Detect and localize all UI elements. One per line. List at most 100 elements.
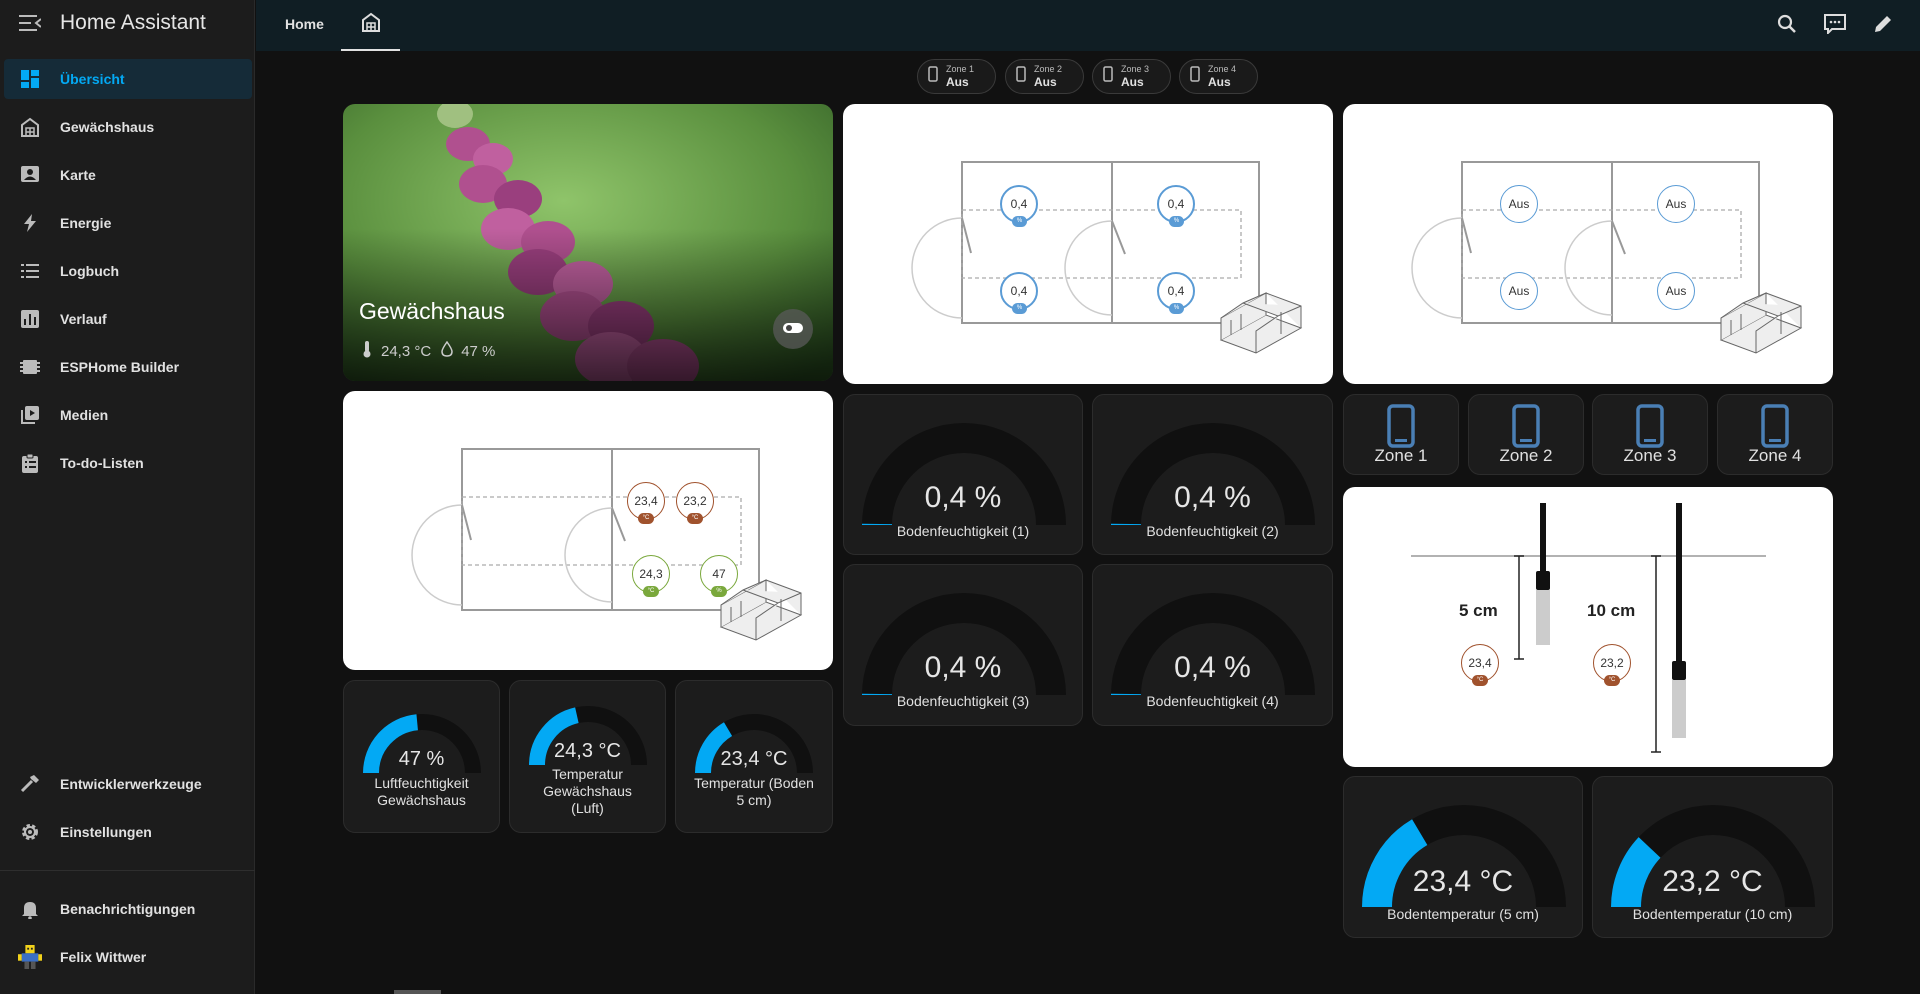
gauge-card-soil-moisture-1[interactable]: 0,4 % Bodenfeuchtigkeit (1) bbox=[843, 394, 1083, 555]
sidebar-item-medien[interactable]: Medien bbox=[4, 395, 252, 435]
gauge-card-soil-temp-5cm[interactable]: 23,4 °C Bodentemperatur (5 cm) bbox=[1343, 776, 1583, 938]
gauge-value: 0,4 % bbox=[924, 651, 1002, 684]
zone-button-3[interactable]: Zone 3 bbox=[1592, 394, 1708, 475]
sidebar-item-energie[interactable]: Energie bbox=[4, 203, 252, 243]
gauge-label-line: Gewächshaus bbox=[543, 783, 632, 799]
gauge-value: 24,3 °C bbox=[554, 740, 621, 762]
sidebar-item-notifications[interactable]: Benachrichtigungen bbox=[4, 889, 252, 929]
map-account-icon bbox=[18, 163, 42, 187]
sidebar-item-todo-listen[interactable]: To-do-Listen bbox=[4, 443, 252, 483]
unit-badge: °C bbox=[1604, 675, 1620, 686]
zone-label: Zone 4 bbox=[1748, 446, 1802, 465]
gauge-label: Bodenfeuchtigkeit (1) bbox=[896, 523, 1030, 539]
zone-label: Zone 3 bbox=[1623, 446, 1677, 465]
gauge-label: Bodenfeuchtigkeit (4) bbox=[1146, 693, 1279, 709]
greenhouse-icon bbox=[18, 115, 42, 139]
unit-badge: °C bbox=[1472, 675, 1488, 686]
gauge-label: Bodentemperatur (5 cm) bbox=[1387, 906, 1539, 922]
zone-button-4[interactable]: Zone 4 bbox=[1717, 394, 1833, 475]
sidebar-item-label: Gewächshaus bbox=[60, 119, 155, 135]
greenhouse-floorplan bbox=[911, 161, 1303, 354]
gauge-card-air-temperature[interactable]: 24,3 °C Temperatur Gewächshaus (Luft) bbox=[509, 680, 666, 833]
floorplan-valves-card: Aus Aus Aus Aus bbox=[1343, 104, 1833, 384]
unit-badge: °C bbox=[638, 513, 654, 524]
sidebar-item-user[interactable]: Felix Wittwer bbox=[4, 937, 252, 977]
sidebar-item-label: ESPHome Builder bbox=[60, 359, 180, 375]
gauge-value: 0,4 % bbox=[924, 481, 1002, 514]
sidebar-item-verlauf[interactable]: Verlauf bbox=[4, 299, 252, 339]
chip-zone: Zone 1 bbox=[946, 64, 975, 74]
zone-label: Zone 1 bbox=[1374, 446, 1428, 465]
zone-chip-2[interactable]: Zone 2 Aus bbox=[1005, 59, 1084, 94]
sidebar-item-entwicklerwerkzeuge[interactable]: Entwicklerwerkzeuge bbox=[4, 764, 252, 804]
sidebar-item-uebersicht[interactable]: Übersicht bbox=[4, 59, 252, 99]
gauge-card-soil-temp-10cm[interactable]: 23,2 °C Bodentemperatur (10 cm) bbox=[1592, 776, 1833, 938]
chip-zone: Zone 2 bbox=[1034, 64, 1063, 74]
sidebar-item-logbuch[interactable]: Logbuch bbox=[4, 251, 252, 291]
gauge-value: 23,4 °C bbox=[720, 748, 788, 770]
chip-zone: Zone 3 bbox=[1121, 64, 1150, 74]
greenhouse-icon bbox=[361, 12, 381, 37]
gauge-value: 23,2 °C bbox=[1662, 865, 1763, 898]
zone-label: Zone 2 bbox=[1499, 446, 1553, 465]
toggle-button[interactable] bbox=[773, 309, 813, 349]
edit-icon[interactable] bbox=[1870, 11, 1896, 37]
gauge-label: Bodentemperatur (10 cm) bbox=[1632, 906, 1793, 922]
gauge bbox=[862, 423, 1066, 526]
gauge-label-line: Gewächshaus bbox=[377, 792, 466, 808]
sidebar: Home Assistant Übersicht Gewächshaus Kar… bbox=[0, 0, 255, 994]
zone-chip-4[interactable]: Zone 4 Aus bbox=[1179, 59, 1258, 94]
gauge-label: Bodenfeuchtigkeit (2) bbox=[1146, 523, 1279, 539]
soil-probe-diagram bbox=[1411, 503, 1766, 753]
greenhouse-floorplan bbox=[411, 448, 803, 641]
sidebar-item-einstellungen[interactable]: Einstellungen bbox=[4, 812, 252, 852]
zone-chip-1[interactable]: Zone 1 Aus bbox=[917, 59, 996, 94]
gear-icon bbox=[18, 820, 42, 844]
menu-icon[interactable] bbox=[18, 11, 42, 35]
valve-zone-1[interactable]: Aus bbox=[1500, 185, 1538, 223]
water-percent-icon bbox=[441, 340, 453, 361]
dashboard-icon bbox=[18, 67, 42, 91]
valve-zone-3[interactable]: Aus bbox=[1500, 272, 1538, 310]
sidebar-item-esphome-builder[interactable]: ESPHome Builder bbox=[4, 347, 252, 387]
zone-chip-3[interactable]: Zone 3 Aus bbox=[1092, 59, 1171, 94]
sidebar-item-label: Felix Wittwer bbox=[60, 949, 147, 965]
area-humidity: 47 % bbox=[461, 342, 496, 360]
gauge-value: 47 % bbox=[398, 748, 445, 770]
gauge-card-soil-temperature-5cm[interactable]: 23,4 °C Temperatur (Boden 5 cm) bbox=[675, 680, 833, 833]
gauge-value: 23,4 °C bbox=[1412, 865, 1514, 898]
tab-home[interactable]: Home bbox=[285, 0, 324, 48]
gauge-card-soil-moisture-4[interactable]: 0,4 % Bodenfeuchtigkeit (4) bbox=[1092, 564, 1333, 726]
gauge-card-soil-moisture-3[interactable]: 0,4 % Bodenfeuchtigkeit (3) bbox=[843, 564, 1083, 726]
valve-zone-2[interactable]: Aus bbox=[1657, 185, 1695, 223]
gauge-card-soil-moisture-2[interactable]: 0,4 % Bodenfeuchtigkeit (2) bbox=[1092, 394, 1333, 555]
esphome-icon bbox=[18, 355, 42, 379]
sidebar-item-label: To-do-Listen bbox=[60, 455, 144, 471]
gauge-label-line: Temperatur (Boden bbox=[694, 775, 814, 791]
assist-icon[interactable] bbox=[1822, 11, 1848, 37]
search-icon[interactable] bbox=[1774, 11, 1800, 37]
avatar bbox=[18, 945, 42, 969]
thermometer-icon bbox=[361, 340, 373, 362]
gauge-card-air-humidity[interactable]: 47 % Luftfeuchtigkeit Gewächshaus bbox=[343, 680, 500, 833]
play-box-icon bbox=[18, 403, 42, 427]
phone-icon bbox=[928, 66, 938, 87]
area-card-gewaechshaus[interactable]: Gewächshaus 24,3 °C 47 % bbox=[343, 104, 833, 381]
unit-badge: °C bbox=[643, 586, 659, 597]
sidebar-item-label: Logbuch bbox=[60, 263, 120, 279]
zone-button-1[interactable]: Zone 1 bbox=[1343, 394, 1459, 475]
valve-zone-4[interactable]: Aus bbox=[1657, 272, 1695, 310]
sidebar-item-gewaechshaus[interactable]: Gewächshaus bbox=[4, 107, 252, 147]
sidebar-item-label: Verlauf bbox=[60, 311, 107, 327]
zone-button-2[interactable]: Zone 2 bbox=[1468, 394, 1584, 475]
chip-state: Aus bbox=[1121, 75, 1144, 89]
depth-label-10cm: 10 cm bbox=[1587, 601, 1636, 620]
gauge-label-line: Temperatur bbox=[552, 766, 623, 782]
sidebar-item-label: Benachrichtigungen bbox=[60, 901, 196, 917]
tab-greenhouse[interactable] bbox=[341, 0, 400, 51]
unit-badge: % bbox=[1169, 303, 1184, 314]
sidebar-item-label: Einstellungen bbox=[60, 824, 152, 840]
scrollbar-thumb[interactable] bbox=[394, 990, 441, 994]
gauge-label-line: 5 cm) bbox=[736, 792, 772, 808]
sidebar-item-karte[interactable]: Karte bbox=[4, 155, 252, 195]
